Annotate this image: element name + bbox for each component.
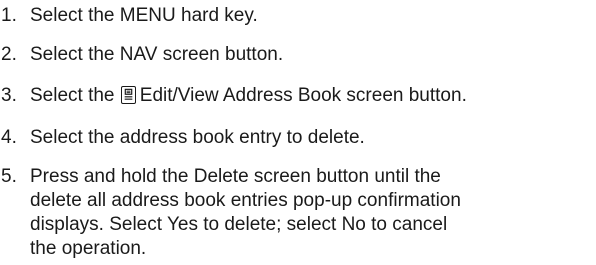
- step-2: 2. Select the NAV screen button.: [0, 43, 596, 67]
- step-line: the operation.: [30, 238, 147, 259]
- address-book-icon: [120, 86, 136, 104]
- step-text-before-icon: Select the: [30, 85, 120, 106]
- step-4: 4. Select the address book entry to dele…: [0, 126, 596, 150]
- step-number: 2.: [1, 44, 17, 65]
- step-text: Press and hold the Delete screen button …: [26, 165, 596, 261]
- step-line: Press and hold the Delete screen button …: [30, 166, 441, 187]
- step-3: 3. Select the Edit/View Address Book scr…: [0, 84, 596, 108]
- step-text: Select the address book entry to delete.: [26, 126, 596, 150]
- step-number: 1.: [1, 5, 17, 26]
- step-5: 5. Press and hold the Delete screen butt…: [0, 165, 596, 261]
- step-line: Select the address book entry to delete.: [30, 127, 365, 148]
- step-1: 1. Select the MENU hard key.: [0, 4, 596, 28]
- step-line: delete all address book entries pop-up c…: [30, 190, 461, 211]
- step-line: Select the NAV screen button.: [30, 44, 284, 65]
- step-line: displays. Select Yes to delete; select N…: [30, 214, 448, 235]
- step-line: Select the MENU hard key.: [30, 5, 258, 26]
- step-text: Select the MENU hard key.: [26, 4, 596, 28]
- step-number: 3.: [1, 85, 17, 106]
- step-text: Select the NAV screen button.: [26, 43, 596, 67]
- step-text: Select the Edit/View Address Book screen…: [26, 84, 596, 108]
- step-number: 4.: [1, 127, 17, 148]
- step-number: 5.: [1, 166, 17, 187]
- step-text-after-icon: Edit/View Address Book screen button.: [139, 85, 467, 106]
